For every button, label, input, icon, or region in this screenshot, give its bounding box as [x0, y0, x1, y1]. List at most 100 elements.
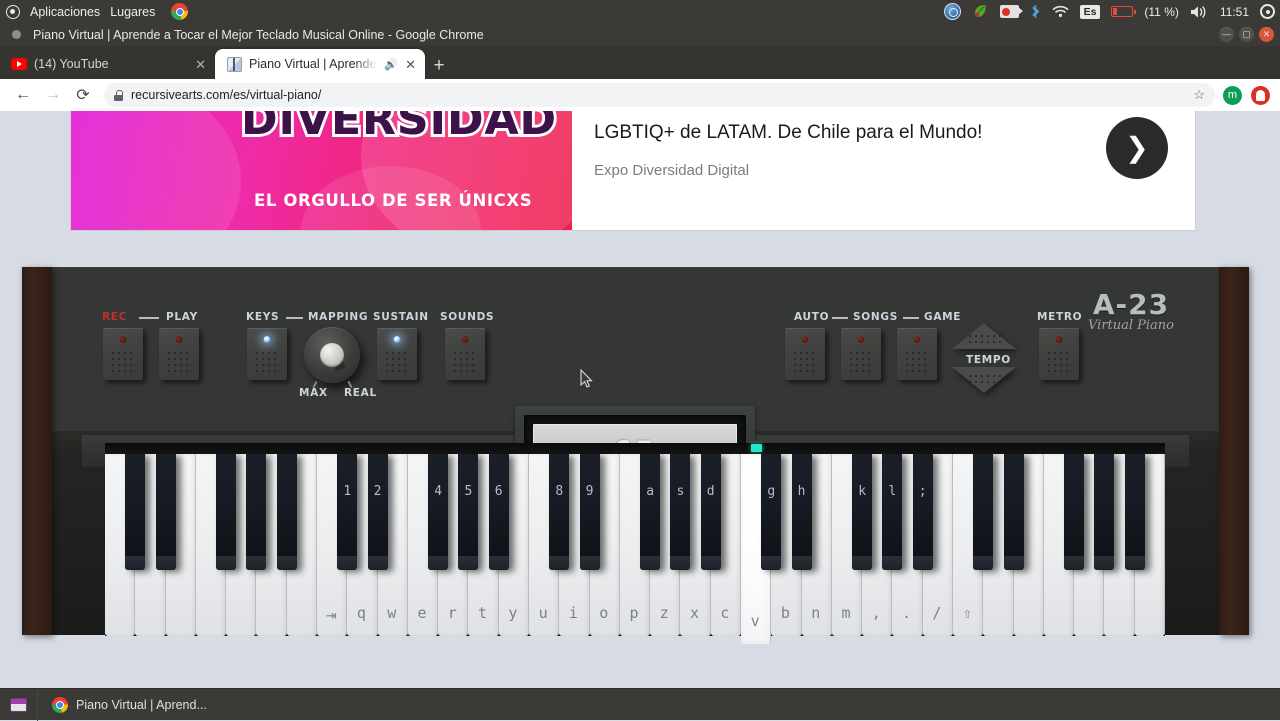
leaf-app-icon[interactable]: [972, 4, 989, 19]
show-desktop-button[interactable]: [0, 689, 38, 721]
back-button[interactable]: ←: [8, 80, 38, 110]
button-auto[interactable]: [785, 328, 825, 380]
button-game[interactable]: [897, 328, 937, 380]
clock[interactable]: 11:51: [1220, 5, 1249, 19]
chrome-taskbar-icon: [52, 697, 68, 713]
label-mapping: MAPPING: [308, 311, 368, 323]
lock-icon: [114, 90, 123, 101]
window-minimize-button[interactable]: —: [1219, 27, 1234, 42]
ad-image-subtitle: EL ORGULLO DE SER ÚNICXS: [254, 191, 532, 210]
black-key[interactable]: [1004, 454, 1024, 570]
chrome-toolbar: ← → ⟳ recursivearts.com/es/virtual-piano…: [0, 79, 1280, 111]
button-play[interactable]: [159, 328, 199, 380]
tab-close-button[interactable]: ✕: [195, 58, 206, 71]
black-key-label: ;: [913, 484, 933, 499]
black-key[interactable]: g: [761, 454, 781, 570]
label-knob-min: MAX: [299, 387, 328, 399]
black-key[interactable]: [1125, 454, 1145, 570]
black-key[interactable]: [156, 454, 176, 570]
piano-favicon: [226, 56, 242, 72]
button-sounds[interactable]: [445, 328, 485, 380]
bookmark-star-icon[interactable]: ☆: [1193, 87, 1205, 103]
white-key-label: t: [468, 604, 496, 622]
ad-next-arrow-button[interactable]: ❯: [1106, 117, 1168, 179]
tab-audio-icon[interactable]: 🔊: [384, 58, 398, 71]
white-key-label: o: [590, 604, 618, 622]
menu-lugares[interactable]: Lugares: [110, 5, 155, 19]
black-key[interactable]: [1094, 454, 1114, 570]
black-key[interactable]: [246, 454, 266, 570]
button-metro[interactable]: [1039, 328, 1079, 380]
button-rec[interactable]: [103, 328, 143, 380]
wifi-icon[interactable]: [1052, 5, 1069, 18]
tab-title: Piano Virtual | Aprende a: [249, 57, 377, 71]
black-key-label: g: [761, 484, 781, 499]
black-key[interactable]: 5: [458, 454, 478, 570]
black-key[interactable]: 2: [368, 454, 388, 570]
bluetooth-icon[interactable]: [1030, 4, 1041, 19]
black-key[interactable]: a: [640, 454, 660, 570]
label-rec: REC: [102, 311, 127, 323]
taskbar-item-chrome[interactable]: Piano Virtual | Aprend...: [48, 693, 217, 717]
profile-avatar[interactable]: m: [1223, 86, 1242, 105]
menu-aplicaciones[interactable]: Aplicaciones: [30, 5, 100, 19]
keyboard-rail: [105, 443, 1165, 454]
black-key-label: h: [792, 484, 812, 499]
label-sounds: SOUNDS: [440, 311, 494, 323]
black-key[interactable]: d: [701, 454, 721, 570]
black-key[interactable]: h: [792, 454, 812, 570]
black-key[interactable]: ;: [913, 454, 933, 570]
black-key-label: 2: [368, 484, 388, 499]
system-settings-icon[interactable]: [1260, 4, 1275, 19]
reload-button[interactable]: ⟳: [68, 80, 98, 110]
led-metro: [1056, 336, 1063, 343]
tab-piano-virtual[interactable]: Piano Virtual | Aprende a 🔊 ✕: [215, 49, 425, 79]
button-sustain[interactable]: [377, 328, 417, 380]
button-keys[interactable]: [247, 328, 287, 380]
address-bar[interactable]: recursivearts.com/es/virtual-piano/ ☆: [104, 83, 1215, 107]
label-keys: KEYS: [246, 311, 279, 323]
tab-close-button[interactable]: ✕: [405, 58, 416, 71]
tab-youtube[interactable]: (14) YouTube ✕: [0, 49, 215, 79]
screen-recorder-icon[interactable]: [1000, 5, 1019, 18]
white-key-label: c: [711, 604, 739, 622]
black-key[interactable]: [277, 454, 297, 570]
black-key[interactable]: [973, 454, 993, 570]
divider-songs-game: [903, 317, 919, 319]
black-key[interactable]: 8: [549, 454, 569, 570]
white-key-label: b: [771, 604, 799, 622]
forward-button[interactable]: →: [38, 80, 68, 110]
chrome-launcher-icon[interactable]: [171, 3, 188, 20]
button-songs[interactable]: [841, 328, 881, 380]
black-key-label: k: [852, 484, 872, 499]
black-key[interactable]: [1064, 454, 1084, 570]
led-keys: [264, 336, 271, 343]
extension-icon[interactable]: [1251, 86, 1270, 105]
battery-icon[interactable]: [1111, 6, 1133, 17]
software-updates-icon[interactable]: [944, 3, 961, 20]
black-key[interactable]: 1: [337, 454, 357, 570]
maximize-glyph: ▢: [1239, 27, 1254, 42]
label-play: PLAY: [166, 311, 198, 323]
knob-mapping[interactable]: [304, 327, 360, 383]
window-title: Piano Virtual | Aprende a Tocar el Mejor…: [33, 28, 484, 42]
black-key[interactable]: 6: [489, 454, 509, 570]
piano-side-panel-right: [1219, 267, 1249, 635]
keyboard-language-indicator[interactable]: Es: [1080, 5, 1101, 19]
black-key-label: 5: [458, 484, 478, 499]
activities-icon[interactable]: [6, 5, 20, 19]
window-icon: [12, 30, 21, 39]
black-key[interactable]: l: [882, 454, 902, 570]
black-key[interactable]: k: [852, 454, 872, 570]
black-key[interactable]: [216, 454, 236, 570]
black-key[interactable]: s: [670, 454, 690, 570]
window-maximize-button[interactable]: ▢: [1239, 27, 1254, 42]
black-key[interactable]: 4: [428, 454, 448, 570]
white-key-label: m: [832, 604, 860, 622]
black-key[interactable]: [125, 454, 145, 570]
black-key[interactable]: 9: [580, 454, 600, 570]
window-close-button[interactable]: ✕: [1259, 27, 1274, 42]
ad-banner[interactable]: DIVERSIDAD DIVERSIDAD EL ORGULLO DE SER …: [71, 111, 1195, 230]
volume-icon[interactable]: [1190, 5, 1209, 19]
new-tab-button[interactable]: +: [425, 51, 453, 79]
